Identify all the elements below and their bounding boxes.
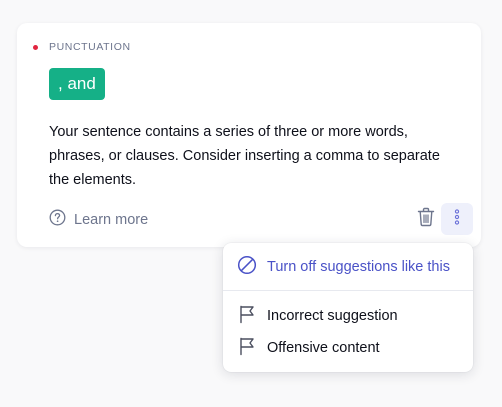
options-menu: Turn off suggestions like this Incorrect… <box>223 243 473 372</box>
menu-divider <box>223 290 473 291</box>
menu-item-incorrect-suggestion[interactable]: Incorrect suggestion <box>223 301 473 331</box>
category-dot <box>33 44 38 50</box>
more-options-button[interactable] <box>441 203 473 235</box>
flag-icon <box>237 304 257 329</box>
explanation-line: the elements. <box>49 172 137 188</box>
explanation-line: phrases, or clauses. Consider inserting … <box>49 148 440 164</box>
accept-replacement-button[interactable]: , and <box>49 68 105 100</box>
menu-item-label: Offensive content <box>267 340 380 356</box>
dismiss-button[interactable] <box>415 207 437 231</box>
learn-more-link[interactable]: Learn more <box>49 209 148 231</box>
trash-icon <box>417 207 435 232</box>
block-icon <box>237 255 257 280</box>
explanation-text: Your sentence contains a series of three… <box>49 120 469 192</box>
category-header: PUNCTUATION <box>33 41 131 53</box>
flag-icon <box>237 336 257 361</box>
explanation-line: Your sentence contains a series of three… <box>49 124 408 140</box>
category-label: PUNCTUATION <box>49 41 131 53</box>
question-circle-icon <box>49 209 66 231</box>
suggestion-card: PUNCTUATION , and Your sentence contains… <box>17 23 481 247</box>
menu-item-label: Turn off suggestions like this <box>267 259 450 275</box>
more-vertical-icon <box>454 208 460 230</box>
menu-item-offensive-content[interactable]: Offensive content <box>223 333 473 363</box>
menu-item-label: Incorrect suggestion <box>267 308 398 324</box>
menu-item-turn-off-suggestions[interactable]: Turn off suggestions like this <box>223 252 473 282</box>
learn-more-label: Learn more <box>74 212 149 228</box>
